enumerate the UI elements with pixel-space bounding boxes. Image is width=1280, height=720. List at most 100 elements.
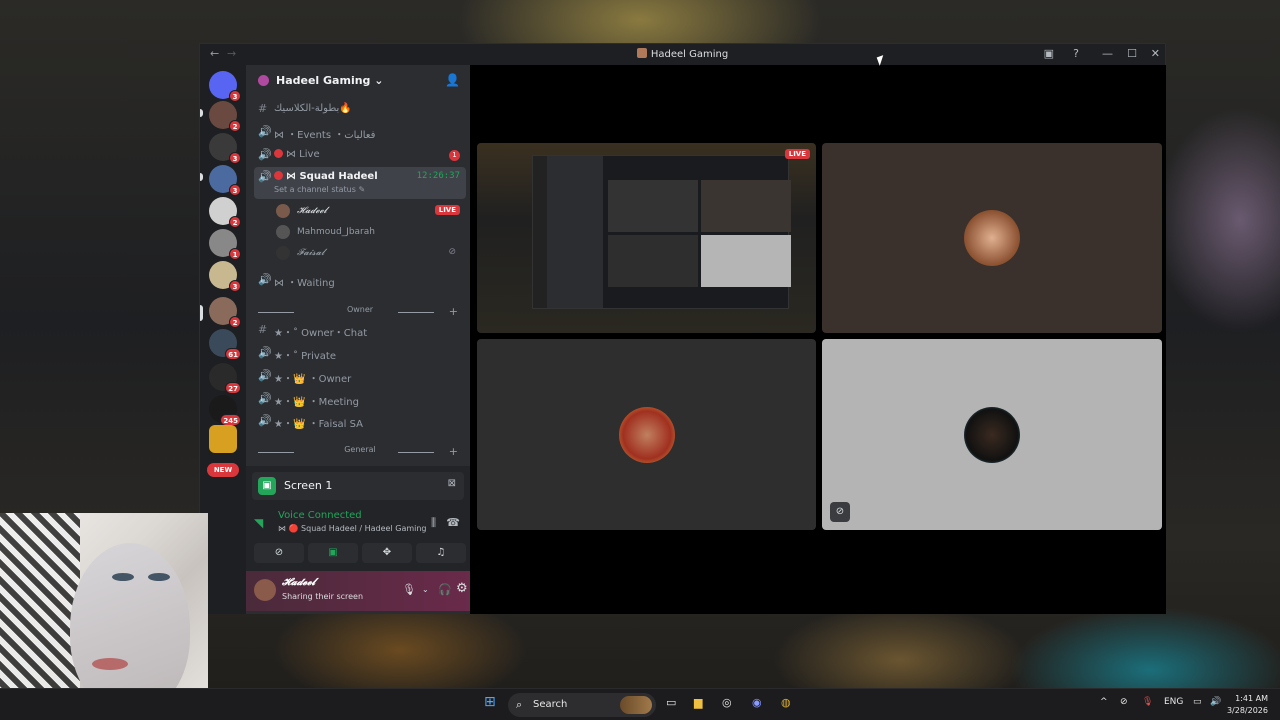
server-icon[interactable]: 3 <box>209 133 241 164</box>
steam-icon[interactable]: ◎ <box>722 696 732 709</box>
participant-tile[interactable] <box>477 339 816 530</box>
divider <box>258 452 294 453</box>
voice-connected-label[interactable]: Voice Connected <box>278 510 362 521</box>
share-screen-button[interactable]: ▣ <box>308 543 358 563</box>
home-discord-icon[interactable]: 3 <box>209 71 241 102</box>
display-icon[interactable]: ▭ <box>1193 697 1202 707</box>
server-icon[interactable]: 27 <box>209 363 241 394</box>
screen-share-card[interactable]: ▣ Screen 1 ⊠ <box>252 472 464 500</box>
soundboard-button[interactable]: ♫ <box>416 543 466 563</box>
server-icon[interactable]: 2 <box>209 101 241 132</box>
language-indicator[interactable]: ENG <box>1164 697 1183 707</box>
server-pip <box>200 305 203 321</box>
voice-user[interactable]: 𝓗𝓪𝓭𝓮𝓮𝓵 LIVE <box>276 201 466 221</box>
taskbar-search[interactable]: ⌕ Search <box>508 693 656 717</box>
divider <box>398 312 434 313</box>
server-icon[interactable]: 3 <box>209 261 241 292</box>
network-off-icon[interactable]: ⊘ <box>1120 697 1128 707</box>
server-icon[interactable]: 2 <box>209 297 241 328</box>
channel-item-selected[interactable]: 🔊 ⋈ Squad Hadeel 12:26:37 Set a channel sta… <box>254 167 466 199</box>
chrome-icon[interactable]: ◍ <box>781 696 791 709</box>
maximize-button[interactable]: ☐ <box>1127 47 1137 60</box>
channel-label: بطولة-الكلاسيك🔥 <box>274 103 352 114</box>
server-icon[interactable]: 245 <box>209 395 241 426</box>
server-header[interactable]: Hadeel Gaming ⌄ 👤 <box>246 65 470 97</box>
windows-start-icon[interactable]: ⊞ <box>484 694 496 710</box>
clock[interactable]: 1:41 AM 3/28/2026 <box>1227 693 1268 717</box>
camera-off-button[interactable]: ⊘ <box>254 543 304 563</box>
add-channel-icon[interactable]: + <box>449 305 458 318</box>
help-icon[interactable]: ? <box>1073 47 1079 60</box>
search-highlight-image <box>620 696 652 714</box>
participant-tile[interactable] <box>822 143 1162 333</box>
channel-item[interactable]: 🔊 ★・👑 ・Faisal SA <box>254 411 466 431</box>
settings-gear-icon[interactable]: ⚙ <box>456 581 468 596</box>
mic-muted-icon: ⊘ <box>448 247 456 257</box>
disconnect-icon[interactable]: ☎ <box>446 516 460 529</box>
server-icon[interactable] <box>209 425 237 453</box>
minimize-button[interactable]: — <box>1102 47 1113 60</box>
microphone-tray-icon[interactable]: 🎙 <box>1142 697 1153 707</box>
server-icon[interactable]: 1 <box>209 229 241 260</box>
microphone-icon[interactable]: 🎙 <box>402 583 416 596</box>
volume-icon[interactable]: 🔊 <box>1210 697 1221 707</box>
channel-label: ★・˚ Owner・Chat <box>274 328 368 339</box>
user-panel: 𝓗𝓪𝓭𝓮𝓮𝓵 Sharing their screen 🎙 ⌄ 🎧 ⚙ <box>246 571 470 611</box>
channel-item[interactable]: 🔊 ★・˚ Private <box>254 343 466 363</box>
channel-status[interactable]: Set a channel status ✎ <box>274 185 365 194</box>
show-hidden-icons[interactable]: ^ <box>1100 697 1108 707</box>
file-explorer-icon[interactable]: ▆ <box>694 696 702 709</box>
channel-item[interactable]: 🔊 ⋈ ・Waiting <box>254 270 466 290</box>
taskbar: ⊞ ⌕ Search ▭ ▆ ◎ ◉ ◍ ^ ⊘ 🎙 ENG ▭ 🔊 1:41 … <box>0 688 1280 720</box>
add-channel-icon[interactable]: + <box>449 445 458 458</box>
voice-user-name: 𝓕𝓪𝓲𝓼𝓪𝓵 <box>297 248 325 258</box>
headphones-icon[interactable]: 🎧 <box>438 583 452 596</box>
activities-button[interactable]: ✥ <box>362 543 412 563</box>
channel-item[interactable]: 🔊 ★・👑 ・Owner <box>254 366 466 386</box>
voice-channel-path[interactable]: ⋈ 🔴 Squad Hadeel / Hadeel Gaming <box>278 524 427 533</box>
noise-suppression-icon[interactable]: ⫼ <box>431 516 436 530</box>
preview-tile <box>701 235 791 287</box>
unread-badge: 2 <box>229 316 241 328</box>
preview-tile <box>608 235 698 287</box>
inbox-icon[interactable]: ▣ <box>1044 47 1054 60</box>
server-name-text: Hadeel Gaming <box>276 74 371 87</box>
invite-people-icon[interactable]: 👤 <box>445 73 460 87</box>
server-pip <box>200 173 203 181</box>
channel-item[interactable]: 🔊 ⋈ Live 1 <box>254 145 466 165</box>
server-pip <box>200 109 203 117</box>
preview-channels <box>547 156 603 308</box>
close-button[interactable]: ✕ <box>1151 47 1160 60</box>
avatar <box>276 246 290 260</box>
server-icon[interactable]: 61 <box>209 329 241 360</box>
signal-icon: ◥ <box>254 516 264 530</box>
window-title: Hadeel Gaming <box>200 48 1165 60</box>
speaker-icon: 🔊 <box>258 392 272 405</box>
channel-item[interactable]: 🔊 ⋈ ・Events ・فعاليات <box>254 122 466 142</box>
server-icon[interactable]: 2 <box>209 197 241 228</box>
category-owner[interactable]: Owner + <box>258 305 462 319</box>
preview-tile <box>608 180 698 232</box>
avatar <box>276 204 290 218</box>
channel-item[interactable]: # بطولة-الكلاسيك🔥 <box>254 99 466 119</box>
discord-icon[interactable]: ◉ <box>752 696 762 709</box>
voice-user[interactable]: Mahmoud_Jbarah <box>276 222 466 242</box>
category-general[interactable]: General + <box>258 445 462 459</box>
clock-time: 1:41 AM <box>1235 694 1268 703</box>
voice-user[interactable]: 𝓕𝓪𝓲𝓼𝓪𝓵 ⊘ <box>276 243 466 263</box>
speaker-icon: 🔊 <box>258 170 272 183</box>
unread-badge: 3 <box>229 184 241 196</box>
participant-tile[interactable]: ⊘ <box>822 339 1162 530</box>
task-view-icon[interactable]: ▭ <box>666 696 676 709</box>
stop-stream-icon[interactable]: ⊠ <box>448 478 456 489</box>
discord-window: ← → Hadeel Gaming ▣ ? — ☐ ✕ 3 2 3 3 2 1 … <box>199 43 1166 614</box>
preview-rail <box>533 156 547 308</box>
server-icon[interactable]: 3 <box>209 165 241 196</box>
live-badge: LIVE <box>784 149 810 159</box>
channel-item[interactable]: 🔊 ★・👑 ・Meeting <box>254 389 466 409</box>
chevron-down-icon[interactable]: ⌄ <box>422 585 429 594</box>
channel-item[interactable]: # ★・˚ Owner・Chat <box>254 320 466 340</box>
stream-tile[interactable]: LIVE <box>477 143 816 333</box>
avatar[interactable] <box>254 579 276 601</box>
chevron-down-icon: ⌄ <box>374 74 384 87</box>
